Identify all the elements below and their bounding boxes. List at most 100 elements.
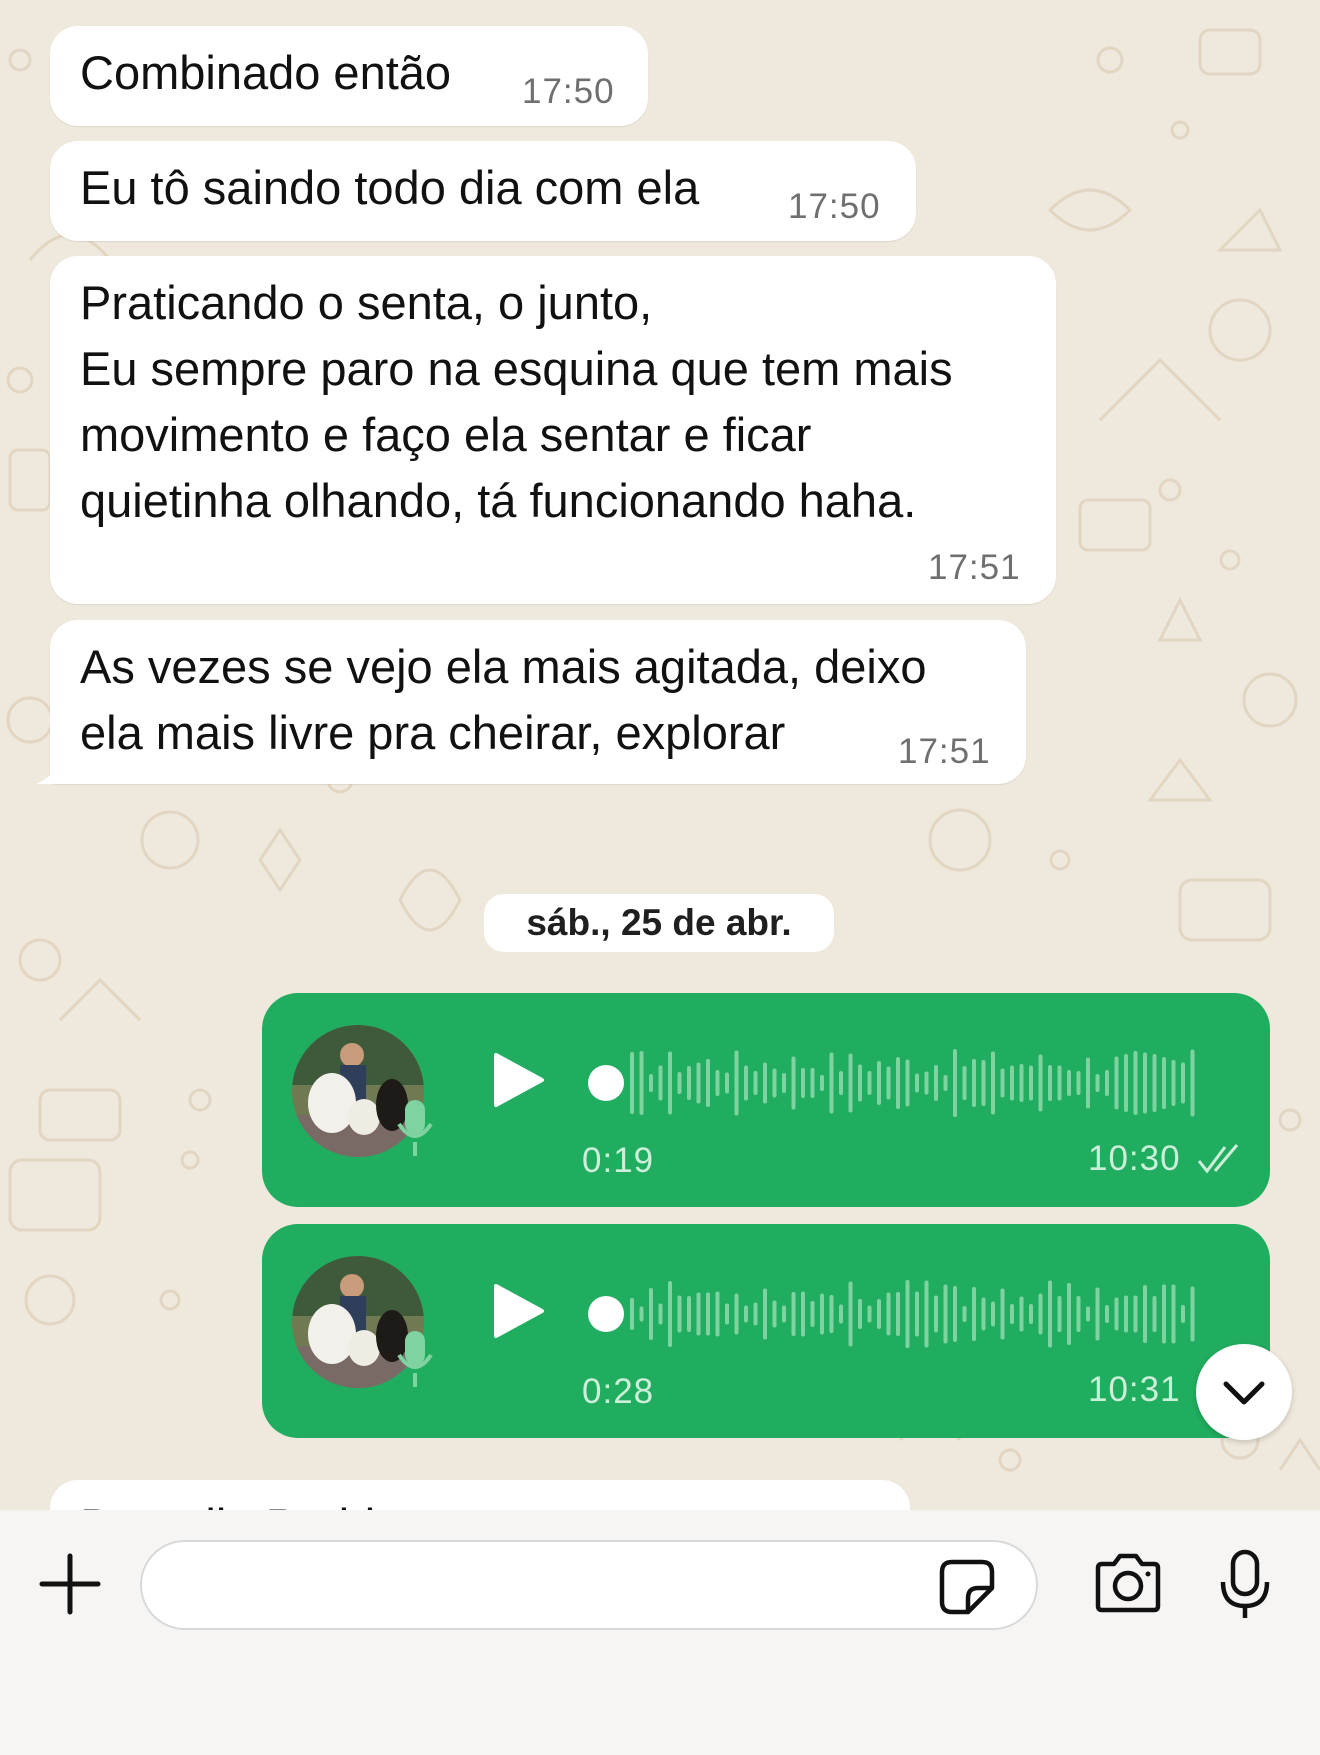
waveform-bar (791, 1056, 796, 1110)
waveform-bar (1038, 1054, 1043, 1112)
waveform-bar (725, 1072, 729, 1094)
waveform-bar (1067, 1283, 1071, 1345)
waveform-bar (649, 1074, 653, 1092)
plus-icon[interactable] (38, 1552, 102, 1616)
chevron-down-icon (1223, 1381, 1265, 1405)
waveform-bar (753, 1071, 758, 1095)
message-input[interactable] (140, 1540, 1038, 1630)
waveform-bar (668, 1051, 672, 1115)
waveform-bar (1133, 1051, 1138, 1115)
waveform-bar (630, 1052, 634, 1114)
waveform-bar (1086, 1057, 1090, 1109)
waveform-bar (1143, 1285, 1147, 1343)
waveform-bar (981, 1297, 986, 1331)
waveform-bar (801, 1068, 805, 1098)
waveform-bar (1029, 1304, 1033, 1324)
waveform-bar (1076, 1071, 1081, 1095)
waveform-bar (886, 1292, 891, 1336)
input-bar (0, 1510, 1320, 1755)
waveform-bar (991, 1301, 995, 1327)
scroll-to-bottom-button[interactable] (1196, 1344, 1292, 1440)
waveform-bar (1057, 1296, 1062, 1332)
waveform-bar (801, 1291, 805, 1337)
waveform-bar (1181, 1305, 1185, 1323)
incoming-message[interactable]: Eu tô saindo todo dia com ela 17:50 (50, 141, 916, 241)
voice-message[interactable]: 0:28 10:31 (262, 1224, 1270, 1438)
waveform-bar (867, 1071, 872, 1095)
waveform-bar (1000, 1068, 1005, 1098)
waveform-bar (1171, 1060, 1176, 1106)
camera-icon[interactable] (1092, 1552, 1164, 1614)
waveform-bar (1057, 1065, 1062, 1101)
waveform-bar (1190, 1049, 1195, 1117)
waveform-bar (905, 1280, 910, 1348)
waveform-bar (829, 1052, 834, 1114)
waveform-bar (810, 1068, 815, 1098)
waveform-bar (1000, 1288, 1005, 1340)
message-time: 17:50 (788, 187, 881, 226)
waveform-bar (744, 1065, 748, 1101)
waveform-bar (1067, 1070, 1071, 1096)
play-icon[interactable] (492, 1051, 546, 1109)
waveform-bar (1019, 1064, 1024, 1102)
waveform-bar (1029, 1065, 1033, 1101)
waveform-bar (810, 1301, 815, 1327)
waveform-bar (791, 1292, 796, 1336)
message-time: 17:51 (928, 548, 1021, 587)
message-time: 10:31 (1088, 1370, 1181, 1409)
waveform-bar (877, 1299, 881, 1329)
audio-waveform[interactable] (588, 1033, 1320, 1133)
waveform-bar (630, 1298, 634, 1330)
waveform-bar (753, 1302, 758, 1326)
waveform-bar (772, 1068, 777, 1098)
waveform-bar (1095, 1287, 1100, 1341)
play-icon[interactable] (492, 1282, 546, 1340)
waveform-bar (639, 1306, 644, 1322)
incoming-message[interactable]: Combinado então 17:50 (50, 26, 648, 126)
playhead (588, 1065, 624, 1101)
waveform-bar (1162, 1057, 1166, 1109)
waveform-bar (1019, 1296, 1024, 1332)
microphone-badge-icon (397, 1331, 433, 1387)
waveform-bar (867, 1305, 872, 1323)
waveform-bar (972, 1287, 976, 1341)
waveform-bar (896, 1292, 900, 1336)
waveform-bar (744, 1305, 748, 1323)
waveform-bar (696, 1292, 701, 1336)
waveform-bar (1152, 1054, 1157, 1112)
waveform-bar (1114, 1056, 1119, 1110)
sticker-icon[interactable] (938, 1558, 996, 1616)
waveform-bar (1162, 1284, 1166, 1344)
incoming-message[interactable]: As vezes se vejo ela mais agitada, deixo… (36, 620, 1026, 784)
waveform-bar (820, 1293, 824, 1335)
waveform-bar (915, 1291, 919, 1337)
microphone-icon[interactable] (1218, 1548, 1272, 1622)
voice-message[interactable]: 0:19 10:30 (262, 993, 1270, 1207)
waveform-bar (1171, 1284, 1176, 1344)
waveform-bar (1086, 1306, 1090, 1322)
waveform-bar (1048, 1065, 1052, 1101)
waveform-bar (886, 1066, 891, 1100)
waveform-bar (953, 1049, 957, 1117)
waveform-bar (962, 1306, 967, 1322)
waveform-bar (943, 1075, 948, 1091)
message-text: Combinado então (80, 46, 452, 99)
waveform-bar (1076, 1296, 1081, 1332)
date-separator: sáb., 25 de abr. (484, 894, 834, 952)
waveform-bar (677, 1295, 682, 1333)
waveform-bar (896, 1057, 900, 1109)
message-time: 17:50 (522, 72, 615, 111)
waveform-bar (706, 1292, 710, 1336)
waveform-bar (1010, 1304, 1014, 1324)
waveform-bar (934, 1065, 938, 1101)
waveform-bar (1095, 1074, 1100, 1092)
waveform-bar (687, 1296, 691, 1332)
waveform-bar (763, 1062, 767, 1104)
message-text: Eu tô saindo todo dia com ela (80, 161, 700, 214)
waveform-bar (858, 1064, 862, 1102)
waveform-bar (677, 1072, 682, 1094)
message-time: 10:30 (1088, 1139, 1181, 1178)
waveform-bar (972, 1059, 976, 1107)
incoming-message[interactable]: Praticando o senta, o junto, Eu sempre p… (50, 256, 1056, 604)
waveform-bar (943, 1284, 948, 1344)
